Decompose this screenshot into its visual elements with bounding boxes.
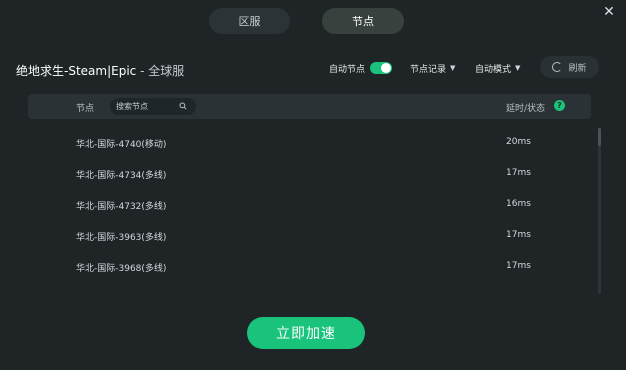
- node-name: 华北-国际-4732(多线): [76, 202, 167, 212]
- table-row[interactable]: 华北-国际-4740(移动) 20ms: [28, 128, 591, 159]
- refresh-button[interactable]: 刷新: [540, 56, 599, 78]
- search-input[interactable]: [116, 102, 176, 111]
- node-name: 华北-国际-4734(多线): [76, 171, 167, 181]
- node-name: 华北-国际-3963(多线): [76, 233, 167, 243]
- refresh-label: 刷新: [568, 63, 587, 74]
- table-row[interactable]: 华北-国际-4734(多线) 17ms: [28, 159, 591, 190]
- close-icon[interactable]: ✕: [602, 5, 616, 19]
- node-latency: 16ms: [506, 199, 531, 209]
- node-latency: 20ms: [506, 137, 531, 147]
- table-row[interactable]: 华北-国际-4732(多线) 16ms: [28, 190, 591, 221]
- tab-node[interactable]: 节点: [322, 8, 404, 34]
- tab-bar: 区服 节点: [0, 8, 626, 34]
- node-latency: 17ms: [506, 261, 531, 271]
- title-separator: -: [136, 64, 149, 78]
- node-name: 华北-国际-4740(移动): [76, 140, 167, 150]
- search-icon[interactable]: [179, 102, 187, 110]
- caret-down-icon: ▼: [515, 64, 521, 72]
- table-row[interactable]: 华北-国际-3968(多线) 17ms: [28, 252, 591, 283]
- node-history-dropdown[interactable]: 节点记录 ▼: [410, 60, 455, 76]
- auto-node-control: 自动节点: [329, 60, 393, 76]
- refresh-icon: [552, 62, 563, 72]
- mode-dropdown[interactable]: 自动模式 ▼: [475, 60, 520, 76]
- help-icon[interactable]: ?: [554, 100, 565, 111]
- mode-label: 自动模式: [475, 64, 512, 75]
- tab-region[interactable]: 区服: [209, 8, 290, 34]
- auto-node-toggle[interactable]: [370, 62, 393, 74]
- table-row[interactable]: 华北-国际-3963(多线) 17ms: [28, 221, 591, 252]
- node-latency: 17ms: [506, 230, 531, 240]
- column-header-status: 延时/状态: [506, 104, 546, 114]
- auto-node-label: 自动节点: [329, 64, 366, 75]
- accelerate-button[interactable]: 立即加速: [247, 317, 365, 349]
- table-header: 节点 延时/状态 ?: [28, 94, 591, 119]
- node-history-label: 节点记录: [410, 64, 447, 75]
- node-name: 华北-国际-3968(多线): [76, 264, 167, 274]
- search-box: [110, 98, 196, 115]
- node-latency: 17ms: [506, 168, 531, 178]
- scrollbar-thumb[interactable]: [598, 128, 601, 146]
- column-header-node: 节点: [76, 104, 95, 114]
- page-title: 绝地求生-Steam|Epic - 全球服: [16, 62, 184, 79]
- server-region-label: 全球服: [148, 64, 185, 78]
- scrollbar[interactable]: [598, 128, 601, 294]
- game-title: 绝地求生-Steam|Epic: [16, 64, 137, 78]
- caret-down-icon: ▼: [450, 64, 456, 72]
